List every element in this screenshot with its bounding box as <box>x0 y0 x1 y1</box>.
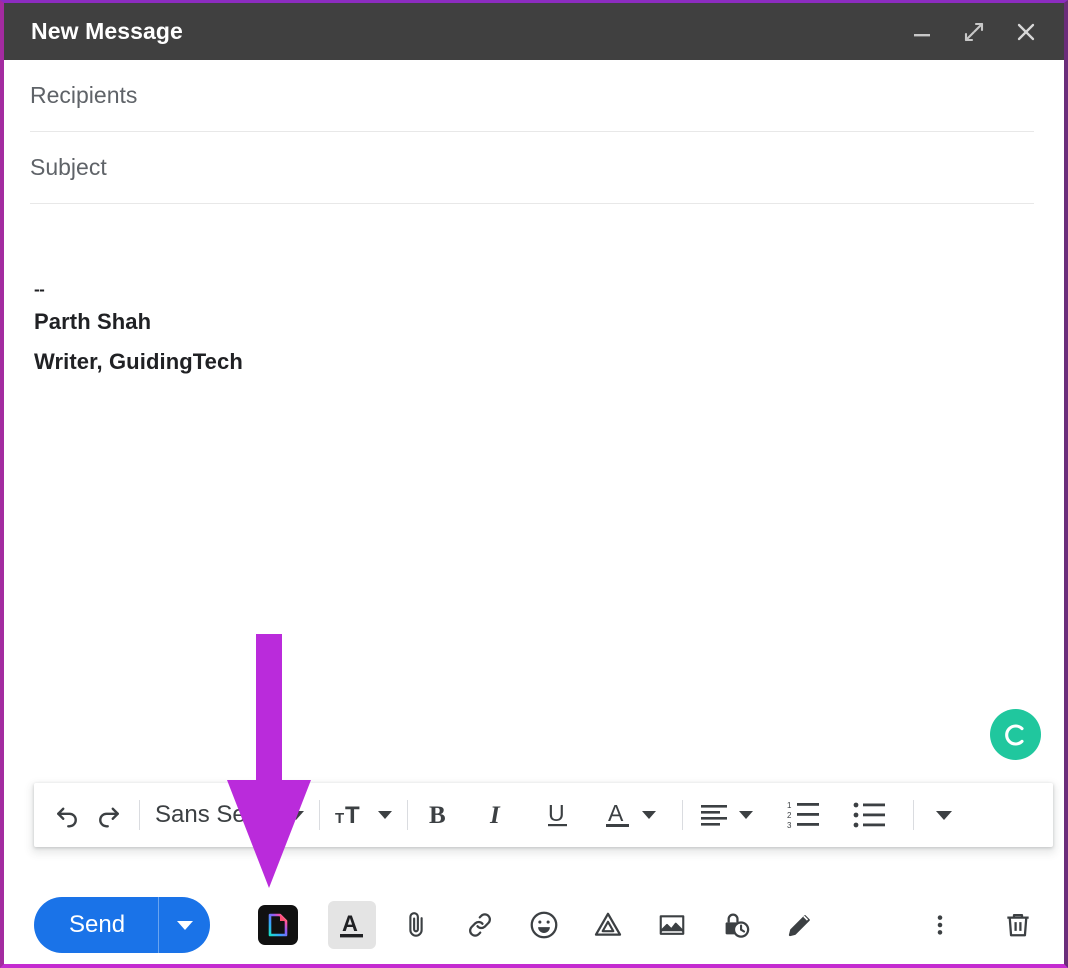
font-family-label: Sans Serif <box>155 801 266 828</box>
minimize-icon[interactable] <box>906 16 938 48</box>
signature-name: Parth Shah <box>34 309 152 334</box>
chevron-down-icon <box>377 811 392 819</box>
toolbar-divider <box>139 800 140 830</box>
grammarly-assistant-icon[interactable] <box>990 709 1041 760</box>
redo-icon[interactable] <box>88 793 130 837</box>
toolbar-divider <box>912 800 914 830</box>
page-title: New Message <box>31 18 183 44</box>
chevron-down-icon <box>287 810 304 820</box>
discard-draft-icon[interactable] <box>994 901 1042 949</box>
font-family-select[interactable]: Sans Serif <box>149 793 310 837</box>
insert-emoji-icon[interactable] <box>520 901 568 949</box>
chevron-down-icon <box>935 810 952 820</box>
subject-field-row[interactable]: Subject <box>30 132 1034 204</box>
extension-icon-button[interactable] <box>258 905 299 945</box>
italic-button[interactable]: I <box>477 793 519 837</box>
action-bar-right-group <box>886 901 1042 949</box>
text-color-select[interactable]: A <box>597 793 662 837</box>
insert-photo-icon[interactable] <box>648 901 696 949</box>
bulleted-list-button[interactable] <box>849 793 891 837</box>
more-options-icon[interactable] <box>916 901 964 949</box>
svg-text:A: A <box>342 911 358 936</box>
compose-title-bar: New Message <box>4 3 1064 60</box>
svg-text:1: 1 <box>787 801 792 810</box>
formatting-toolbar: Sans Serif T T B I U A 1 2 3 <box>34 783 1053 847</box>
numbered-list-button[interactable]: 1 2 3 <box>783 793 825 837</box>
compose-action-bar: Send A <box>4 887 1064 963</box>
recipients-field-row[interactable]: Recipients <box>30 60 1034 132</box>
compose-window: New Message Recipients Subject -- Parth … <box>0 0 1068 968</box>
font-size-select[interactable]: T T <box>329 793 398 837</box>
signature-separator: -- <box>34 280 45 299</box>
svg-text:U: U <box>548 800 565 826</box>
window-controls <box>906 16 1042 48</box>
svg-text:3: 3 <box>787 821 792 830</box>
send-button[interactable]: Send <box>34 897 158 953</box>
toolbar-divider <box>406 800 408 830</box>
signature-title: Writer, GuidingTech <box>34 349 243 374</box>
svg-text:T: T <box>335 810 344 827</box>
svg-text:A: A <box>608 800 624 826</box>
chevron-down-icon <box>176 920 193 930</box>
chevron-down-icon <box>641 811 656 819</box>
formatting-options-button[interactable]: A <box>328 901 377 949</box>
send-button-group: Send <box>34 897 211 953</box>
close-icon[interactable] <box>1010 16 1042 48</box>
chevron-down-icon <box>738 811 753 819</box>
send-options-button[interactable] <box>159 897 210 953</box>
attach-files-icon[interactable] <box>392 901 440 949</box>
svg-text:T: T <box>345 802 360 829</box>
google-drive-icon[interactable] <box>584 901 632 949</box>
subject-placeholder: Subject <box>30 154 107 180</box>
align-select[interactable] <box>692 793 759 837</box>
annotation-arrow-icon <box>227 634 311 888</box>
svg-text:2: 2 <box>787 811 792 820</box>
insert-signature-icon[interactable] <box>776 901 824 949</box>
underline-button[interactable]: U <box>537 793 579 837</box>
recipients-placeholder: Recipients <box>30 82 138 108</box>
bold-button[interactable]: B <box>417 793 459 837</box>
signature-block: -- Parth Shah Writer, GuidingTech <box>34 278 1034 382</box>
expand-icon[interactable] <box>958 16 990 48</box>
toolbar-divider <box>681 800 683 830</box>
undo-icon[interactable] <box>46 793 88 837</box>
more-formatting-button[interactable] <box>923 793 965 837</box>
svg-text:B: B <box>429 802 446 829</box>
insert-link-icon[interactable] <box>456 901 504 949</box>
svg-text:I: I <box>489 802 501 829</box>
confidential-mode-icon[interactable] <box>712 901 760 949</box>
toolbar-divider <box>318 800 320 830</box>
message-body-editor[interactable]: -- Parth Shah Writer, GuidingTech <box>4 204 1064 504</box>
